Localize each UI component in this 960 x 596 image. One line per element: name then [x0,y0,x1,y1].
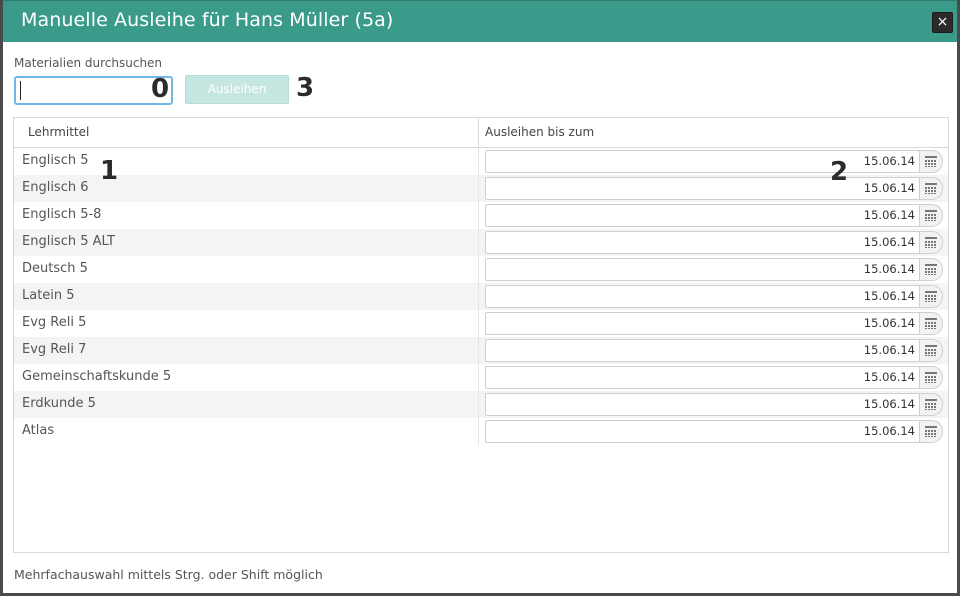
calendar-button[interactable] [919,231,943,254]
callout-marker-3: 3 [296,73,315,103]
calendar-icon [925,156,937,167]
cell-divider [478,256,479,283]
table-row[interactable]: Erdkunde 5 15.06.14 [14,391,948,418]
text-caret [20,81,21,100]
material-name: Deutsch 5 [22,261,88,276]
cell-divider [478,364,479,391]
lending-dialog: Manuelle Ausleihe für Hans Müller (5a) ×… [0,0,960,596]
cell-divider [478,391,479,418]
calendar-button[interactable] [919,177,943,200]
calendar-button[interactable] [919,366,943,389]
cell-divider [478,418,479,445]
due-date-field[interactable]: 15.06.14 [485,177,921,200]
cell-divider [478,283,479,310]
calendar-icon [925,183,937,194]
calendar-icon [925,237,937,248]
calendar-button[interactable] [919,312,943,335]
table-row[interactable]: Englisch 6 15.06.14 [14,175,948,202]
calendar-icon [925,426,937,437]
calendar-button[interactable] [919,420,943,443]
selection-hint: Mehrfachauswahl mittels Strg. oder Shift… [14,567,323,582]
grid-header: Lehrmittel Ausleihen bis zum [14,118,948,148]
table-row[interactable]: Englisch 5 ALT 15.06.14 [14,229,948,256]
due-date-field[interactable]: 15.06.14 [485,204,921,227]
due-date-field[interactable]: 15.06.14 [485,312,921,335]
table-row[interactable]: Evg Reli 7 15.06.14 [14,337,948,364]
material-name: Evg Reli 7 [22,342,87,357]
borrow-button[interactable]: Ausleihen [185,75,289,104]
material-name: Gemeinschaftskunde 5 [22,369,172,384]
table-row[interactable]: Evg Reli 5 15.06.14 [14,310,948,337]
table-row[interactable]: Gemeinschaftskunde 5 15.06.14 [14,364,948,391]
due-date-field[interactable]: 15.06.14 [485,150,921,173]
calendar-button[interactable] [919,204,943,227]
calendar-icon [925,399,937,410]
material-name: Englisch 5 ALT [22,234,115,249]
due-date-field[interactable]: 15.06.14 [485,258,921,281]
cell-divider [478,310,479,337]
calendar-icon [925,318,937,329]
calendar-button[interactable] [919,393,943,416]
calendar-button[interactable] [919,150,943,173]
calendar-button[interactable] [919,285,943,308]
material-name: Atlas [22,423,55,438]
cell-divider [478,337,479,364]
column-header-material[interactable]: Lehrmittel [28,125,89,139]
cell-divider [478,229,479,256]
material-name: Erdkunde 5 [22,396,96,411]
grid-rows: Englisch 5 15.06.14 Englisch 6 15.06.14 Engl… [14,148,948,445]
material-name: Englisch 5 [22,153,89,168]
calendar-button[interactable] [919,339,943,362]
dialog-titlebar: Manuelle Ausleihe für Hans Müller (5a) × [3,0,957,42]
close-icon[interactable]: × [932,12,953,33]
cell-divider [478,202,479,229]
callout-marker-1: 1 [100,156,119,186]
calendar-icon [925,291,937,302]
due-date-field[interactable]: 15.06.14 [485,366,921,389]
due-date-field[interactable]: 15.06.14 [485,285,921,308]
table-row[interactable]: Atlas 15.06.14 [14,418,948,445]
materials-grid: Lehrmittel Ausleihen bis zum Englisch 5 1… [13,117,949,553]
due-date-field[interactable]: 15.06.14 [485,231,921,254]
material-name: Englisch 5-8 [22,207,102,222]
callout-marker-0: 0 [151,74,170,104]
table-row[interactable]: Latein 5 15.06.14 [14,283,948,310]
table-row[interactable]: Englisch 5 15.06.14 [14,148,948,175]
calendar-icon [925,345,937,356]
dialog-title: Manuelle Ausleihe für Hans Müller (5a) [21,9,394,31]
material-name: Latein 5 [22,288,75,303]
search-label: Materialien durchsuchen [14,56,163,70]
table-row[interactable]: Englisch 5-8 15.06.14 [14,202,948,229]
callout-marker-2: 2 [830,157,849,187]
calendar-icon [925,264,937,275]
material-name: Evg Reli 5 [22,315,87,330]
calendar-icon [925,372,937,383]
column-header-due-date[interactable]: Ausleihen bis zum [485,125,594,139]
table-row[interactable]: Deutsch 5 15.06.14 [14,256,948,283]
cell-divider [478,148,479,175]
cell-divider [478,175,479,202]
due-date-field[interactable]: 15.06.14 [485,339,921,362]
due-date-field[interactable]: 15.06.14 [485,420,921,443]
calendar-icon [925,210,937,221]
search-input[interactable] [14,76,173,105]
due-date-field[interactable]: 15.06.14 [485,393,921,416]
calendar-button[interactable] [919,258,943,281]
column-divider [478,118,479,148]
material-name: Englisch 6 [22,180,89,195]
